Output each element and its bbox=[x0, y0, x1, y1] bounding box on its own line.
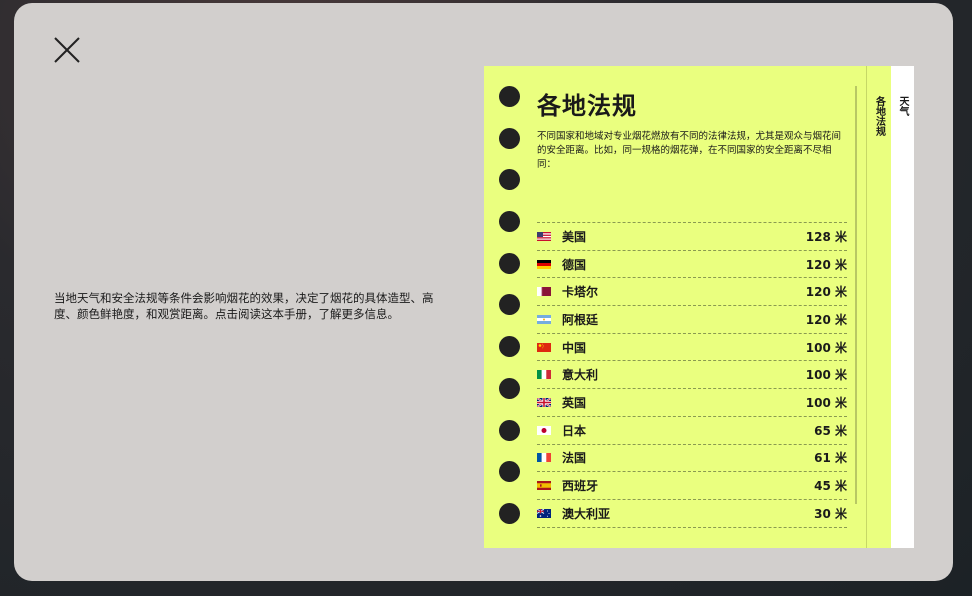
us-flag-icon bbox=[537, 231, 551, 241]
country-name: 阿根廷 bbox=[562, 312, 599, 327]
safety-distance: 120 米 bbox=[805, 257, 847, 272]
safety-distance: 120 米 bbox=[805, 312, 847, 327]
es-flag-icon bbox=[537, 481, 551, 491]
list-item: 西班牙 45 米 bbox=[537, 472, 847, 500]
safety-distance: 30 米 bbox=[814, 506, 847, 521]
fr-flag-icon bbox=[537, 453, 551, 463]
tab-weather[interactable]: 天气 bbox=[891, 66, 914, 548]
safety-distance: 100 米 bbox=[805, 395, 847, 410]
gb-flag-icon bbox=[537, 397, 551, 407]
country-name: 西班牙 bbox=[562, 479, 599, 494]
list-item: 德国 120 米 bbox=[537, 251, 847, 279]
list-item: 卡塔尔 120 米 bbox=[537, 278, 847, 307]
binder-hole bbox=[499, 461, 520, 483]
ar-flag-icon bbox=[537, 314, 551, 324]
safety-distance: 100 米 bbox=[805, 340, 847, 355]
country-name: 德国 bbox=[562, 257, 587, 272]
country-name: 法国 bbox=[562, 451, 587, 466]
intro-text: 当地天气和安全法规等条件会影响烟花的效果，决定了烟花的具体造型、高度、颜色鲜艳度… bbox=[54, 291, 434, 321]
binder-holes bbox=[499, 86, 521, 545]
regulations-booklet[interactable]: 各地法规 不同国家和地域对专业烟花燃放有不同的法律法规，尤其是观众与烟花间的安全… bbox=[484, 66, 914, 548]
tab-regulations[interactable]: 各地法规 bbox=[866, 66, 891, 548]
close-icon bbox=[54, 37, 80, 63]
safety-distance: 100 米 bbox=[805, 368, 847, 383]
binder-hole bbox=[499, 419, 520, 441]
safety-distance: 61 米 bbox=[814, 451, 847, 466]
list-item: 法国 61 米 bbox=[537, 445, 847, 473]
country-name: 卡塔尔 bbox=[562, 285, 599, 300]
au-flag-icon bbox=[537, 508, 551, 518]
it-flag-icon bbox=[537, 370, 551, 380]
binder-hole bbox=[499, 252, 520, 274]
booklet-page: 各地法规 不同国家和地域对专业烟花燃放有不同的法律法规，尤其是观众与烟花间的安全… bbox=[484, 66, 866, 548]
list-item: 意大利 100 米 bbox=[537, 361, 847, 390]
tab-regulations-label: 各地法规 bbox=[873, 96, 885, 136]
de-flag-icon bbox=[537, 259, 551, 269]
binder-hole bbox=[499, 211, 520, 233]
close-button[interactable] bbox=[52, 35, 82, 65]
binder-hole bbox=[499, 127, 520, 149]
country-name: 日本 bbox=[562, 423, 587, 438]
binder-hole bbox=[499, 377, 520, 399]
country-name: 澳大利亚 bbox=[562, 506, 611, 521]
country-name: 美国 bbox=[562, 229, 587, 244]
binder-hole bbox=[499, 169, 520, 191]
list-item: 中国 100 米 bbox=[537, 334, 847, 362]
distance-list: 美国 128 米 德国 120 米 卡塔尔 120 米 阿根廷 120 米 中国… bbox=[537, 222, 847, 528]
page-title: 各地法规 bbox=[537, 92, 637, 120]
safety-distance: 128 米 bbox=[805, 229, 847, 244]
binder-hole bbox=[499, 86, 520, 107]
binder-hole bbox=[499, 294, 520, 316]
country-name: 英国 bbox=[562, 395, 587, 410]
qa-flag-icon bbox=[537, 287, 551, 297]
cn-flag-icon bbox=[537, 342, 551, 352]
modal-dialog: 当地天气和安全法规等条件会影响烟花的效果，决定了烟花的具体造型、高度、颜色鲜艳度… bbox=[14, 3, 953, 581]
jp-flag-icon bbox=[537, 425, 551, 435]
page-description: 不同国家和地域对专业烟花燃放有不同的法律法规，尤其是观众与烟花间的安全距离。比如… bbox=[537, 131, 842, 170]
binder-hole bbox=[499, 336, 520, 358]
list-item: 阿根廷 120 米 bbox=[537, 306, 847, 334]
safety-distance: 45 米 bbox=[814, 479, 847, 494]
list-item: 英国 100 米 bbox=[537, 389, 847, 417]
safety-distance: 65 米 bbox=[814, 423, 847, 438]
list-item: 日本 65 米 bbox=[537, 417, 847, 445]
tab-weather-label: 天气 bbox=[897, 96, 908, 116]
page-scrollbar[interactable] bbox=[855, 86, 857, 504]
country-name: 中国 bbox=[562, 340, 587, 355]
list-item: 澳大利亚 30 米 bbox=[537, 500, 847, 528]
binder-hole bbox=[499, 502, 520, 524]
safety-distance: 120 米 bbox=[805, 285, 847, 300]
list-item: 美国 128 米 bbox=[537, 223, 847, 251]
country-name: 意大利 bbox=[562, 368, 599, 383]
